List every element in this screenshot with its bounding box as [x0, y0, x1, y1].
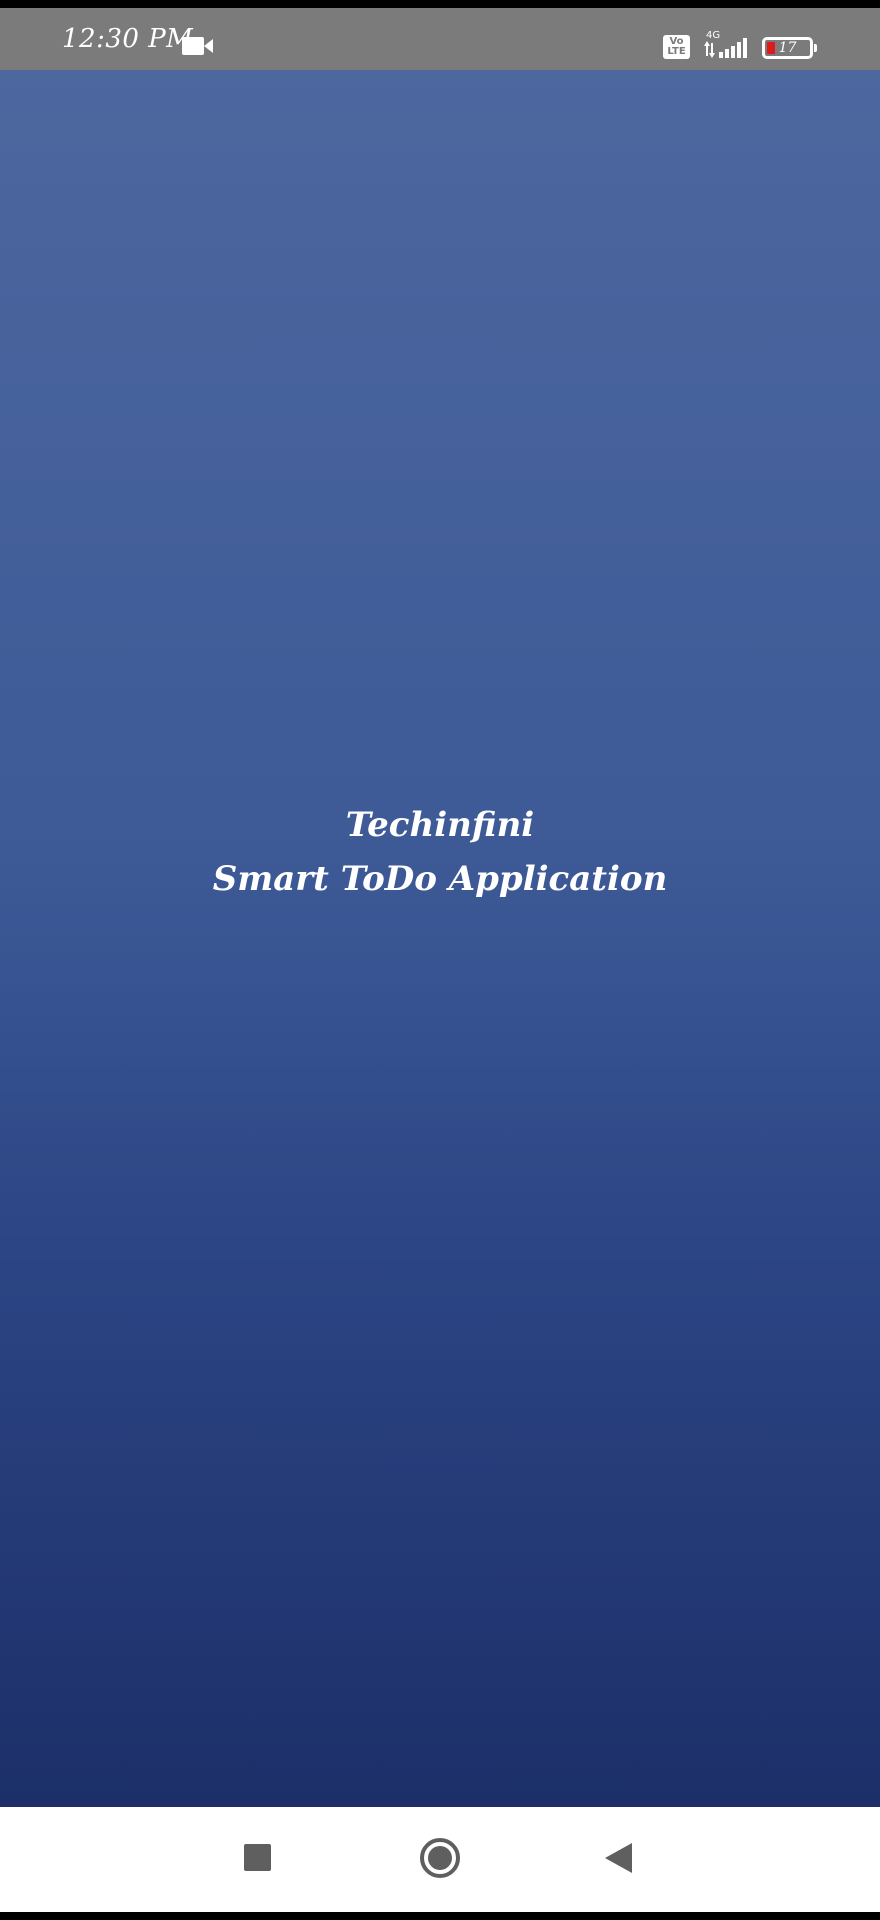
square-icon [243, 1844, 271, 1875]
battery-icon: 17 [762, 37, 813, 59]
battery-nub [814, 44, 817, 52]
splash-app-name: Smart ToDo Application [212, 859, 668, 899]
screen: 12:30 PM Vo LTE 4G 17 Techinfini Smart T… [0, 0, 880, 1920]
splash-title: Techinfini Smart ToDo Application [0, 798, 880, 906]
splash-background [0, 70, 880, 1807]
status-time: 12:30 PM [62, 24, 194, 54]
recents-button[interactable] [232, 1807, 282, 1912]
home-button[interactable] [415, 1807, 465, 1912]
bottom-edge [0, 1912, 880, 1920]
battery-level-label: 17 [778, 40, 797, 56]
circle-icon [419, 1837, 461, 1883]
back-button[interactable] [594, 1807, 644, 1912]
video-camera-icon [182, 36, 214, 60]
triangle-back-icon [605, 1842, 633, 1878]
signal-bars-icon [702, 38, 750, 66]
navigation-bar [0, 1807, 880, 1912]
volte-badge: Vo LTE [663, 35, 690, 59]
status-bar: 12:30 PM Vo LTE 4G 17 [0, 8, 880, 70]
top-edge [0, 0, 880, 8]
splash-company-name: Techinfini [345, 805, 535, 845]
volte-label-bottom: LTE [667, 46, 686, 57]
